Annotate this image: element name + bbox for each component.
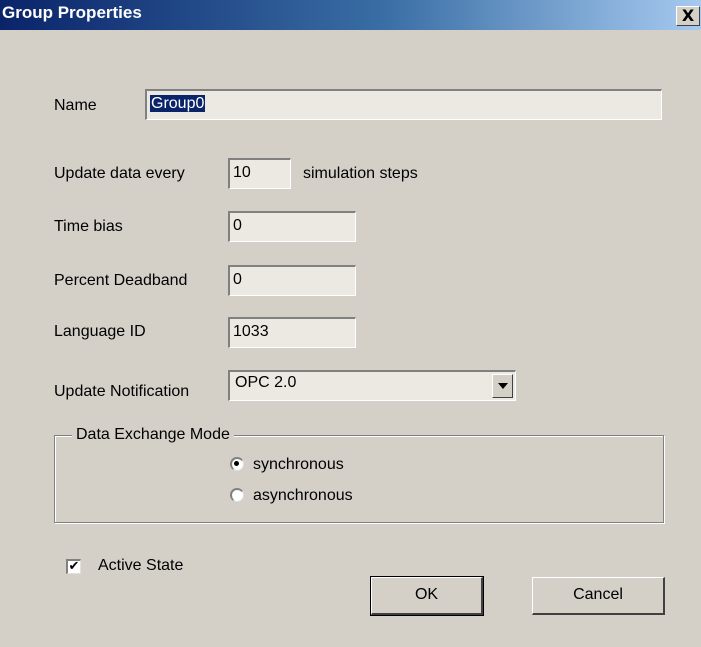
update-rate-field[interactable]: 10 — [228, 158, 291, 189]
title-bar[interactable]: Group Properties X — [0, 0, 701, 30]
update-rate-suffix: simulation steps — [303, 165, 418, 182]
window-title: Group Properties — [2, 3, 142, 22]
ok-button[interactable]: OK — [370, 576, 484, 616]
asynchronous-label[interactable]: asynchronous — [253, 487, 353, 505]
language-id-label: Language ID — [54, 323, 146, 340]
percent-deadband-field[interactable]: 0 — [228, 265, 356, 296]
language-id-value: 1033 — [233, 323, 269, 340]
close-icon: X — [681, 6, 695, 25]
time-bias-field[interactable]: 0 — [228, 211, 356, 242]
asynchronous-radio[interactable] — [230, 488, 244, 502]
time-bias-value: 0 — [233, 217, 242, 234]
update-notification-select[interactable]: OPC 2.0 — [228, 370, 516, 401]
update-notification-value: OPC 2.0 — [235, 374, 297, 391]
name-label: Name — [54, 97, 97, 114]
data-exchange-mode-group — [54, 435, 664, 523]
data-exchange-mode-legend: Data Exchange Mode — [72, 426, 234, 444]
synchronous-radio[interactable] — [230, 457, 244, 471]
update-rate-label: Update data every — [54, 165, 185, 182]
synchronous-label[interactable]: synchronous — [253, 456, 344, 474]
checkmark-icon: ✔ — [68, 559, 80, 574]
active-state-checkbox[interactable]: ✔ — [66, 559, 81, 574]
time-bias-label: Time bias — [54, 218, 123, 235]
cancel-button[interactable]: Cancel — [532, 577, 665, 615]
active-state-label[interactable]: Active State — [98, 557, 183, 575]
group-properties-dialog: Group Properties X Name Group0 Update da… — [0, 0, 701, 647]
radio-selected-icon — [234, 461, 239, 466]
name-field[interactable]: Group0 — [145, 89, 662, 120]
language-id-field[interactable]: 1033 — [228, 317, 356, 348]
name-value: Group0 — [150, 95, 206, 112]
percent-deadband-label: Percent Deadband — [54, 272, 188, 289]
percent-deadband-value: 0 — [233, 271, 242, 288]
cancel-button-label: Cancel — [573, 586, 623, 603]
update-notification-label: Update Notification — [54, 383, 190, 400]
update-rate-value: 10 — [233, 164, 251, 181]
close-button[interactable]: X — [676, 6, 700, 26]
dropdown-arrow-icon — [498, 383, 508, 389]
ok-button-label: OK — [414, 586, 439, 603]
dropdown-button[interactable] — [492, 374, 513, 398]
